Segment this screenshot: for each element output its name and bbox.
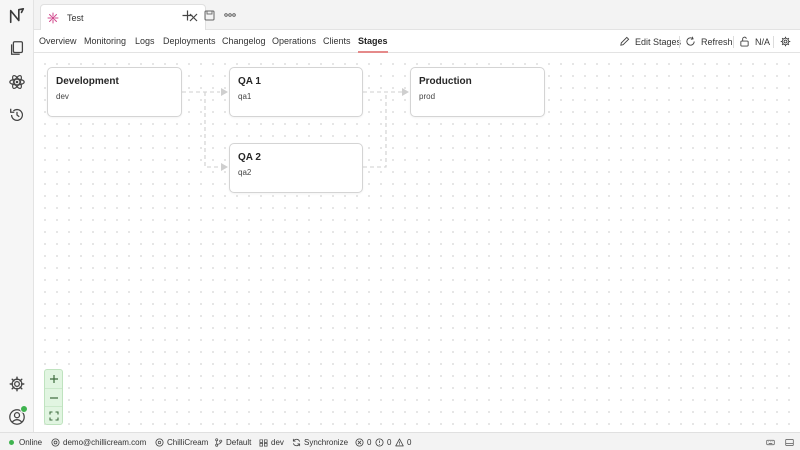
info-count-value: 0 (407, 437, 412, 447)
lock-button[interactable]: N/A (739, 30, 770, 53)
zoom-out-icon[interactable] (45, 388, 62, 406)
stage-key: qa1 (238, 92, 252, 101)
refresh-label: Refresh (701, 36, 733, 47)
api-document-icon (47, 12, 59, 23)
info-icon (395, 437, 404, 446)
add-tab-icon[interactable] (180, 8, 194, 22)
nav-divider (679, 36, 680, 48)
api-atom-icon[interactable] (7, 72, 27, 92)
connection-label: Online (19, 437, 43, 447)
edge-qa2-prod (363, 92, 387, 168)
workspace-status[interactable]: ChilliCream (155, 433, 208, 450)
sync-icon (292, 438, 301, 446)
stage-status[interactable]: dev (259, 433, 284, 450)
edge-arrow (221, 88, 228, 96)
connection-status: Online (9, 433, 42, 450)
user-status[interactable]: demo@chillicream.com (51, 433, 146, 450)
edge-arrow (221, 163, 228, 171)
user-email: demo@chillicream.com (63, 437, 147, 447)
edit-stages-button[interactable]: Edit Stages (619, 30, 681, 53)
stage-node-development[interactable]: Development dev (47, 67, 182, 117)
stage-name: QA 2 (238, 152, 261, 163)
tab-logs[interactable]: Logs (135, 30, 155, 53)
app-logo-icon[interactable] (7, 6, 27, 26)
error-icon (355, 437, 364, 447)
unlock-icon (740, 36, 749, 47)
edge-dev-qa2 (204, 92, 220, 168)
branch-status[interactable]: Default (214, 433, 251, 450)
document-nav-bar: Overview Monitoring Logs Deployments Cha… (34, 30, 800, 53)
edge-arrow (402, 88, 409, 96)
nav-divider (733, 36, 734, 48)
warning-count[interactable]: 0 (375, 433, 391, 450)
refresh-button[interactable]: Refresh (685, 30, 733, 53)
stage-node-production[interactable]: Production prod (410, 67, 545, 117)
gear-icon[interactable] (780, 30, 796, 53)
stage-key: dev (56, 92, 69, 101)
tab-stages[interactable]: Stages (358, 30, 388, 53)
sync-label: Synchronize (304, 437, 349, 447)
tab-clients[interactable]: Clients (323, 30, 351, 53)
documents-icon[interactable] (7, 38, 27, 58)
stage-name: Production (419, 76, 472, 87)
history-icon[interactable] (7, 105, 27, 125)
tab-overview[interactable]: Overview (39, 30, 77, 53)
pencil-icon (620, 36, 630, 46)
stage-node-qa1[interactable]: QA 1 qa1 (229, 67, 363, 117)
panel-icon[interactable] (785, 433, 797, 450)
warning-count-value: 0 (387, 437, 392, 447)
workspace-name: ChilliCream (167, 437, 209, 447)
refresh-icon (686, 36, 695, 46)
lock-status-label: N/A (755, 36, 771, 47)
sync-button[interactable]: Synchronize (292, 433, 348, 450)
tab-strip: Test (34, 0, 800, 30)
workspace-icon (155, 437, 164, 447)
stages-canvas[interactable]: Development dev QA 1 qa1 QA 2 qa2 Produc… (35, 54, 800, 432)
zoom-controls (44, 369, 63, 425)
stage-key: qa2 (238, 168, 252, 177)
at-icon (51, 437, 60, 447)
document-tab-title: Test (67, 12, 84, 23)
stage-node-qa2[interactable]: QA 2 qa2 (229, 143, 363, 193)
branch-name: Default (226, 437, 252, 447)
stage-name: Development (56, 76, 119, 87)
error-count[interactable]: 0 (355, 433, 371, 450)
warning-icon (375, 437, 384, 447)
keyboard-icon[interactable] (766, 433, 778, 450)
stage-name: QA 1 (238, 76, 261, 87)
settings-icon[interactable] (7, 374, 27, 394)
error-count-value: 0 (367, 437, 372, 447)
nav-divider (773, 36, 774, 48)
tab-deployments[interactable]: Deployments (163, 30, 216, 53)
online-dot (9, 439, 14, 445)
edit-stages-label: Edit Stages (635, 36, 682, 47)
stage-icon (259, 438, 268, 446)
activity-bar (0, 0, 34, 432)
zoom-in-icon[interactable] (45, 370, 62, 388)
tab-monitoring[interactable]: Monitoring (84, 30, 126, 53)
online-indicator (20, 405, 28, 413)
status-bar: Online demo@chillicream.com ChilliCream … (0, 432, 800, 450)
stage-key: prod (419, 92, 436, 101)
tab-operations[interactable]: Operations (272, 30, 316, 53)
save-icon[interactable] (202, 8, 216, 22)
stage-name-status: dev (271, 437, 284, 447)
tab-changelog[interactable]: Changelog (222, 30, 266, 53)
more-icon[interactable] (223, 8, 237, 22)
fit-view-icon[interactable] (45, 406, 62, 424)
branch-icon (215, 437, 223, 447)
info-count[interactable]: 0 (395, 433, 411, 450)
